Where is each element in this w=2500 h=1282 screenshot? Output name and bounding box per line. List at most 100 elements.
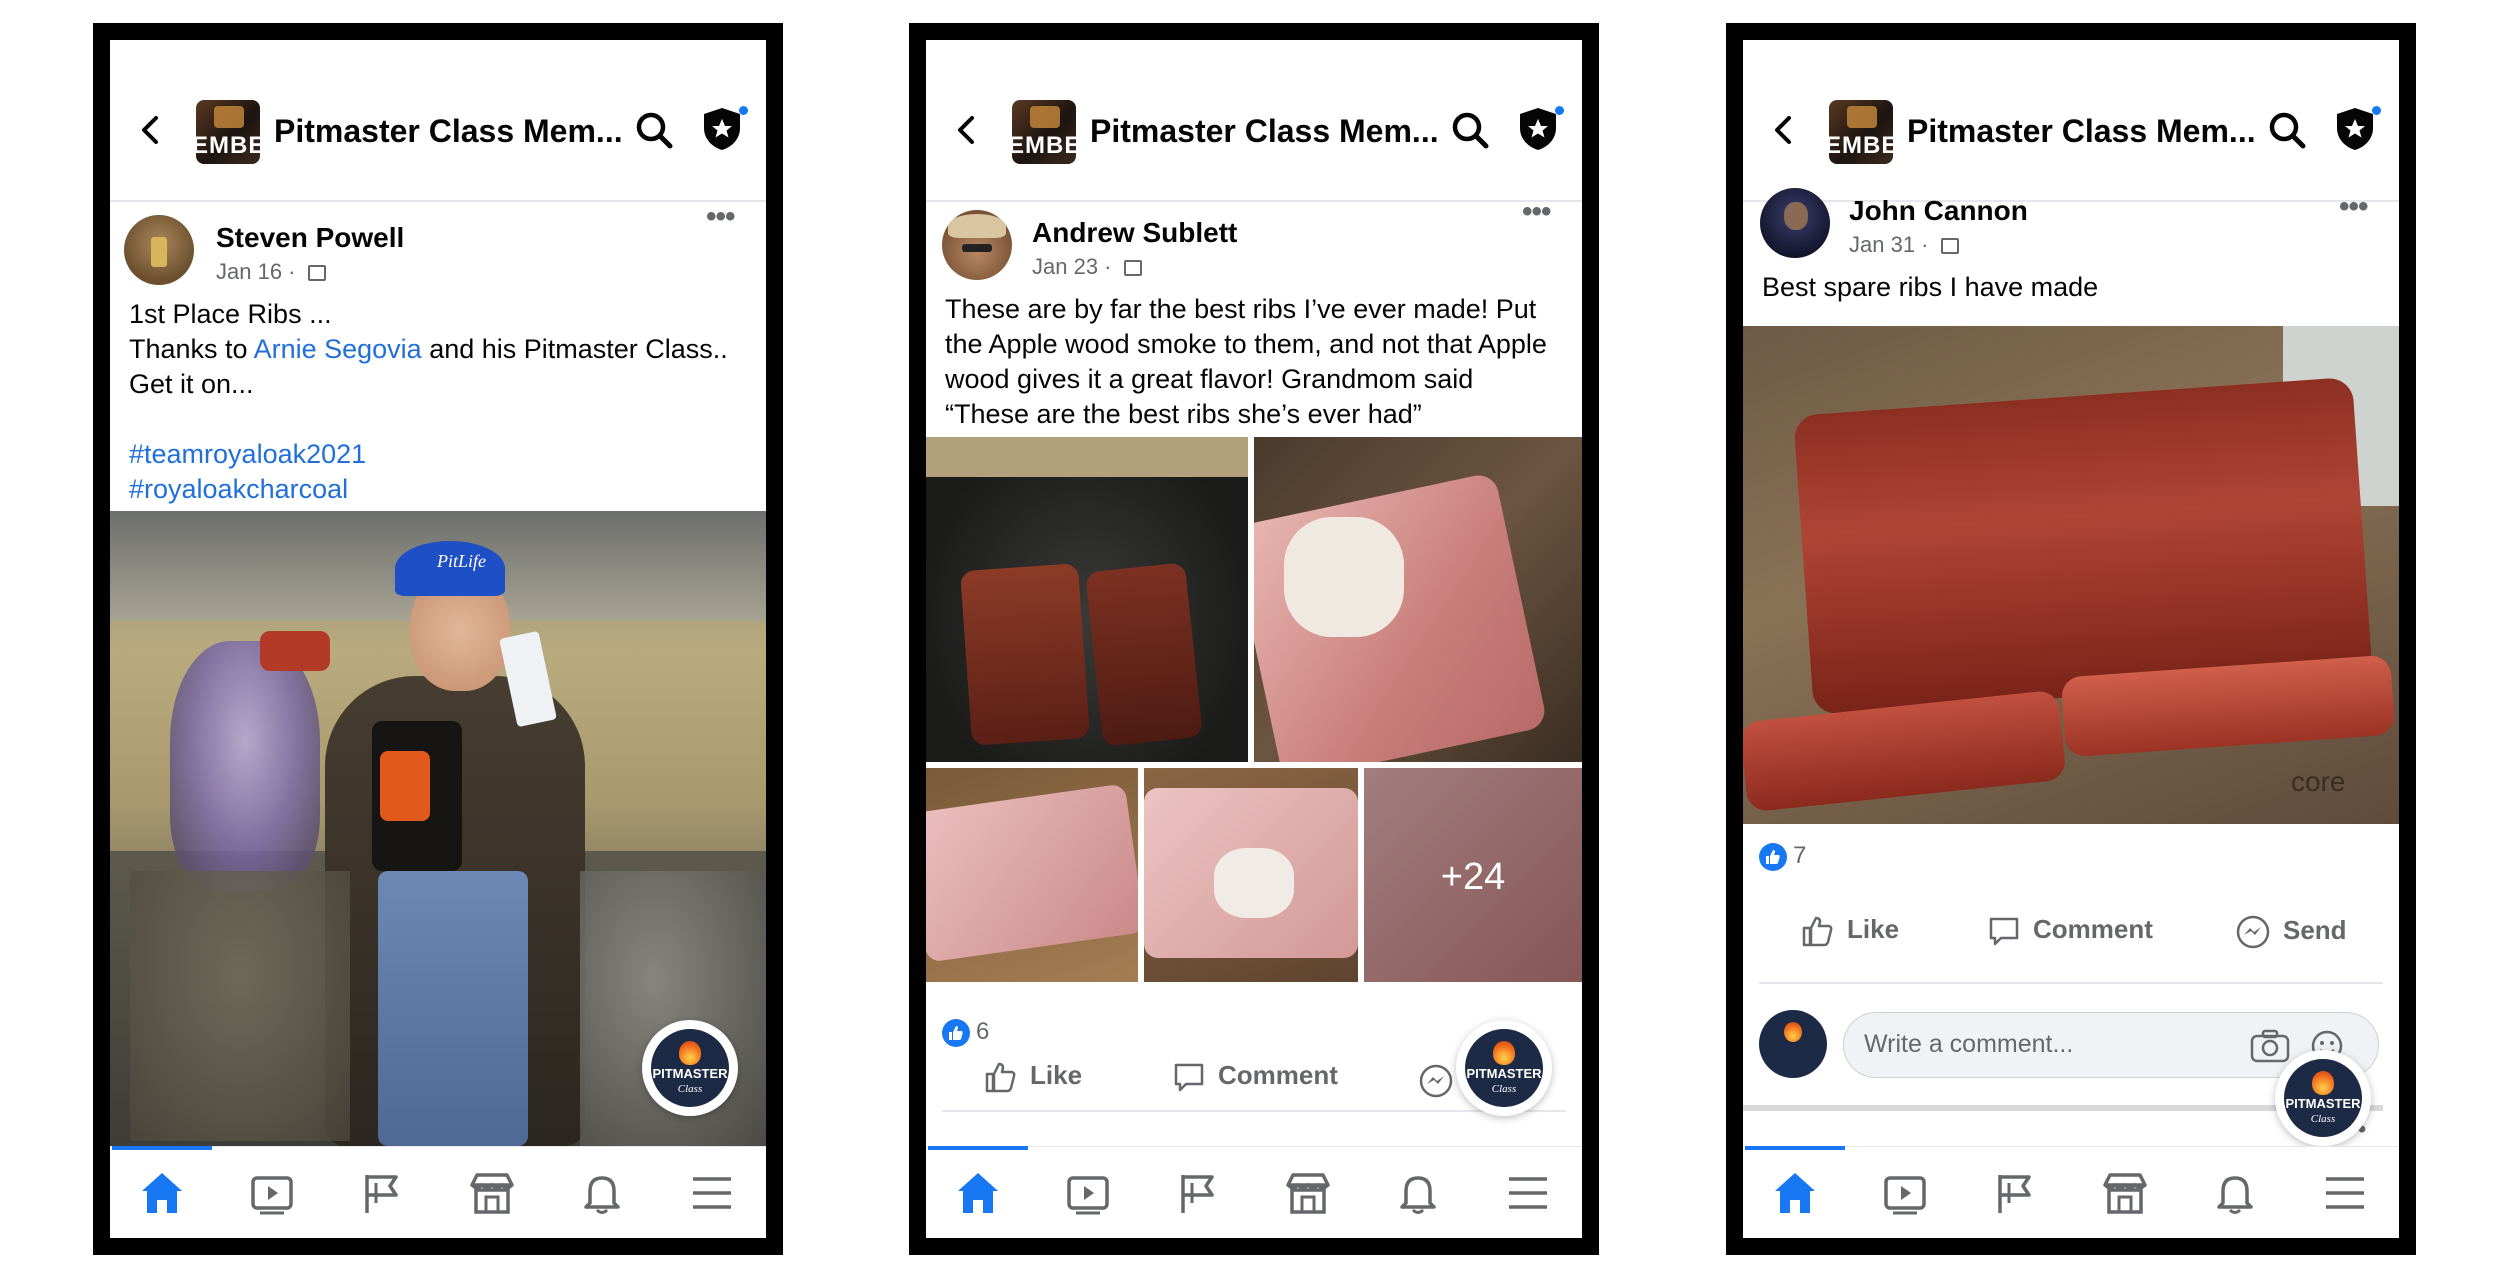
post-text-line: 1st Place Ribs ...: [129, 299, 332, 329]
group-icon[interactable]: EMBER: [1829, 100, 1893, 164]
send-label: Send: [2283, 914, 2347, 945]
hashtag-link[interactable]: #teamroyaloak2021: [129, 437, 728, 472]
like-thumb-icon: [1802, 916, 1833, 947]
post-photo-ribs-prep[interactable]: [1144, 768, 1358, 982]
reactions-summary[interactable]: 7: [1759, 842, 1806, 871]
send-button[interactable]: Send: [2235, 914, 2347, 950]
pages-flag-icon[interactable]: [1991, 1169, 2039, 1217]
app-header: EMBER Pitmaster Class Mem...: [1743, 40, 2399, 202]
post-text: 1st Place Ribs ... Thanks to Arnie Segov…: [129, 297, 728, 507]
messenger-send-icon: [2236, 915, 2270, 949]
menu-icon[interactable]: [1504, 1169, 1552, 1217]
logo-sub: Class: [1491, 1083, 1517, 1095]
pitmaster-logo-badge[interactable]: PITMASTER Class: [2275, 1050, 2371, 1146]
logo-sub: Class: [677, 1083, 703, 1095]
logo-title: PITMASTER: [1466, 1066, 1542, 1081]
post-photo-raw-ribs[interactable]: [1254, 437, 1582, 762]
messenger-send-icon[interactable]: [1418, 1063, 1454, 1099]
notification-dot: [1555, 106, 1564, 115]
like-button[interactable]: Like: [984, 1060, 1082, 1094]
author-avatar[interactable]: [1760, 188, 1830, 258]
group-icon[interactable]: EMBER: [1012, 100, 1076, 164]
more-options-icon[interactable]: •••: [1522, 195, 1551, 229]
post-date[interactable]: Jan 23: [1032, 254, 1098, 279]
actions-divider: [942, 1110, 1566, 1112]
group-name[interactable]: Pitmaster Class Mem...: [1907, 113, 2256, 150]
pitmaster-logo-badge[interactable]: PITMASTER Class: [642, 1020, 738, 1116]
active-tab-indicator: [112, 1146, 212, 1150]
phone-frame-1: EMBER Pitmaster Class Mem... Steven Powe…: [93, 23, 783, 1255]
home-icon[interactable]: [954, 1169, 1002, 1217]
hashtag-link[interactable]: #royaloakcharcoal: [129, 472, 728, 507]
marketplace-icon[interactable]: [2101, 1169, 2149, 1217]
post-text-line: Best spare ribs I have made: [1762, 272, 2099, 302]
post-meta: Jan 23 ·: [1032, 254, 1142, 280]
mention-link[interactable]: Arnie Segovia: [254, 334, 422, 364]
author-name[interactable]: John Cannon: [1849, 195, 2028, 227]
comment-button[interactable]: Comment: [1172, 1060, 1338, 1094]
notification-dot: [739, 106, 748, 115]
author-avatar[interactable]: [942, 210, 1012, 280]
post-text-thanks-suffix: and his Pitmaster Class..: [421, 334, 728, 364]
post-photo-grill[interactable]: [926, 437, 1248, 762]
video-icon[interactable]: [248, 1169, 296, 1217]
post-date[interactable]: Jan 31: [1849, 232, 1915, 257]
reactions-summary[interactable]: 6: [942, 1018, 989, 1047]
group-icon[interactable]: EMBER: [196, 100, 260, 164]
bottom-tab-bar: [1743, 1146, 2399, 1238]
audience-group-icon: [1123, 260, 1142, 277]
post-photo-ribs-board[interactable]: [926, 768, 1138, 982]
video-icon[interactable]: [1064, 1169, 1112, 1217]
post-photo-spare-ribs[interactable]: core: [1743, 326, 2399, 824]
comment-button[interactable]: Comment: [1987, 914, 2153, 948]
notification-dot: [2372, 106, 2381, 115]
menu-icon[interactable]: [688, 1169, 736, 1217]
author-name[interactable]: Steven Powell: [216, 222, 404, 254]
audience-group-icon: [307, 265, 326, 282]
author-avatar[interactable]: [124, 215, 194, 285]
pages-flag-icon[interactable]: [358, 1169, 406, 1217]
more-options-icon[interactable]: •••: [2339, 190, 2368, 224]
like-label: Like: [1030, 1060, 1083, 1090]
group-icon-text: EMBER: [1012, 132, 1076, 159]
comment-bubble-icon: [1989, 917, 2019, 946]
pages-flag-icon[interactable]: [1174, 1169, 1222, 1217]
marketplace-icon[interactable]: [468, 1169, 516, 1217]
admin-shield-icon[interactable]: [2333, 106, 2377, 152]
post-text-line: “These are the best ribs she’s ever had”: [945, 399, 1422, 429]
marketplace-icon[interactable]: [1284, 1169, 1332, 1217]
back-arrow-icon[interactable]: [950, 113, 984, 147]
notifications-bell-icon[interactable]: [1394, 1169, 1442, 1217]
like-reaction-icon: [1759, 842, 1787, 871]
more-photos-count: +24: [1440, 856, 1506, 898]
group-icon-text: EMBER: [196, 132, 260, 159]
home-icon[interactable]: [1771, 1169, 1819, 1217]
camera-icon[interactable]: [2250, 1029, 2290, 1063]
post-text: These are by far the best ribs I’ve ever…: [945, 292, 1547, 432]
group-name[interactable]: Pitmaster Class Mem...: [274, 113, 623, 150]
author-name[interactable]: Andrew Sublett: [1032, 217, 1237, 249]
admin-shield-icon[interactable]: [1516, 106, 1560, 152]
logo-sub: Class: [2310, 1113, 2336, 1125]
like-label: Like: [1847, 914, 1900, 944]
menu-icon[interactable]: [2321, 1169, 2369, 1217]
post-date[interactable]: Jan 16: [216, 259, 282, 284]
pitmaster-logo-badge[interactable]: PITMASTER Class: [1456, 1020, 1552, 1116]
back-arrow-icon[interactable]: [1767, 113, 1801, 147]
notifications-bell-icon[interactable]: [2211, 1169, 2259, 1217]
home-icon[interactable]: [138, 1169, 186, 1217]
search-icon[interactable]: [1450, 110, 1490, 150]
cap-text: PitLife: [437, 551, 486, 571]
admin-shield-icon[interactable]: [700, 106, 744, 152]
video-icon[interactable]: [1881, 1169, 1929, 1217]
more-options-icon[interactable]: •••: [706, 200, 735, 234]
search-icon[interactable]: [634, 110, 674, 150]
group-name[interactable]: Pitmaster Class Mem...: [1090, 113, 1439, 150]
post-photo-more[interactable]: +24: [1364, 768, 1582, 982]
like-button[interactable]: Like: [1801, 914, 1899, 948]
back-arrow-icon[interactable]: [134, 113, 168, 147]
bottom-tab-bar: [926, 1146, 1582, 1238]
search-icon[interactable]: [2267, 110, 2307, 150]
notifications-bell-icon[interactable]: [578, 1169, 626, 1217]
app-header: EMBER Pitmaster Class Mem...: [110, 40, 766, 202]
